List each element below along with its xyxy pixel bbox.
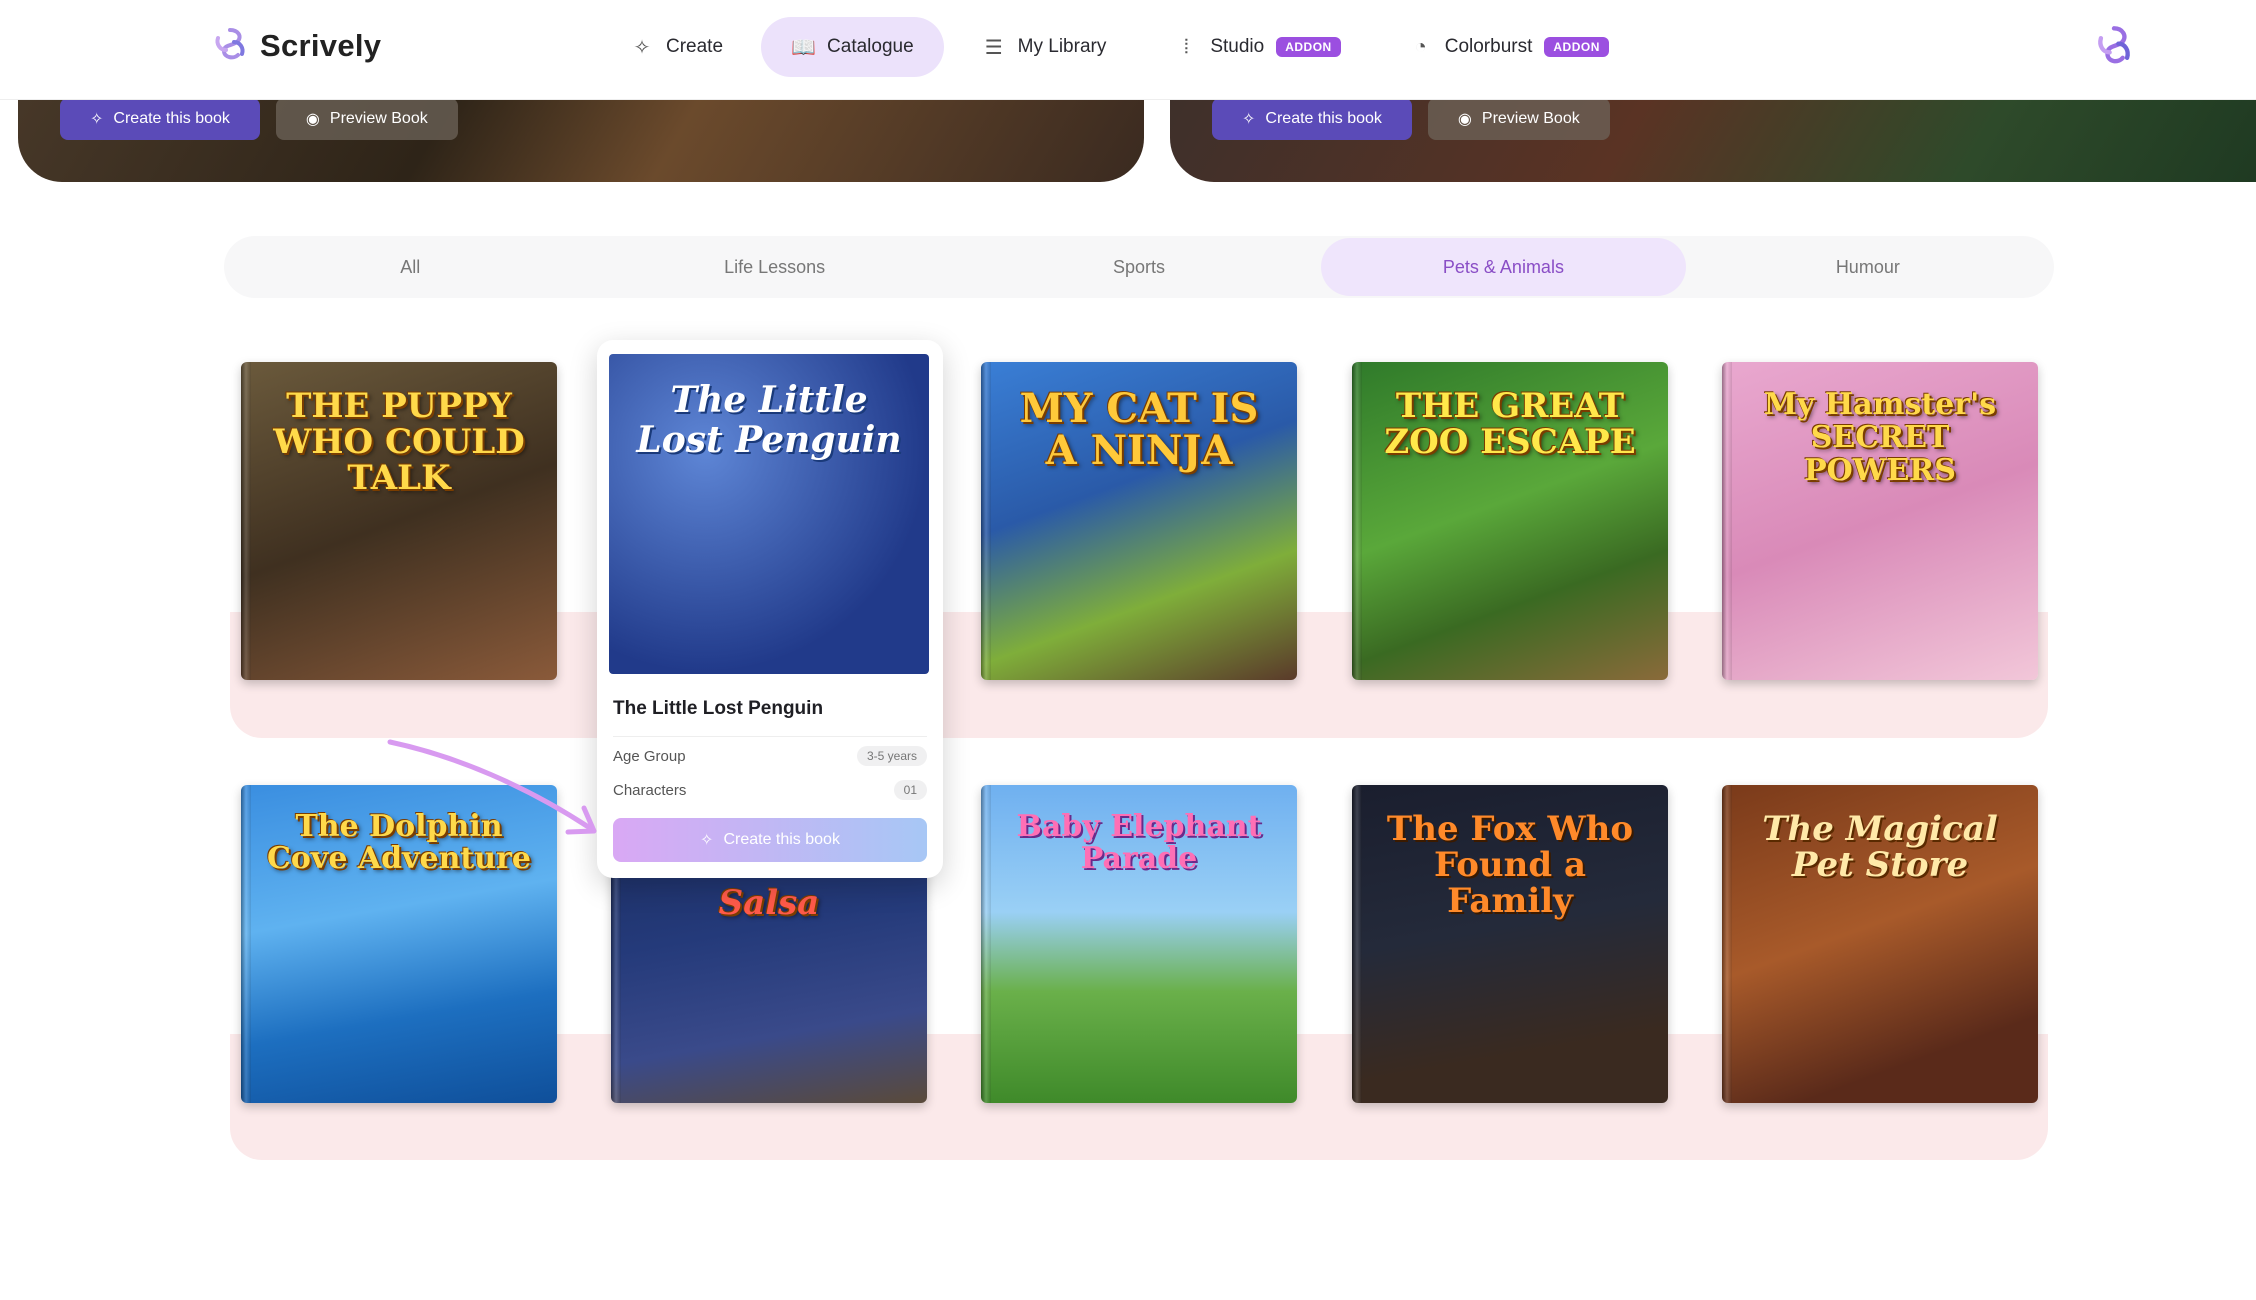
eye-icon: ◉ (1457, 111, 1472, 128)
book-title: The Magical Pet Store (1762, 809, 1998, 885)
nav-colorburst[interactable]: ◔ Colorburst ADDON (1379, 17, 1639, 77)
tab-humour[interactable]: Humour (1686, 238, 2050, 296)
waveform-icon: ⦙ (1184, 35, 1189, 58)
library-icon: ☰ (984, 36, 1003, 59)
create-this-book-label: Create this book (723, 831, 840, 848)
create-this-book-label: Create this book (113, 110, 230, 127)
create-this-book-button[interactable]: ✧ Create this book (613, 818, 927, 862)
age-group-row: Age Group 3-5 years (613, 746, 927, 766)
book-cover[interactable]: The Magical Pet Store (1722, 785, 2038, 1103)
tab-sports[interactable]: Sports (957, 238, 1321, 296)
preview-book-label: Preview Book (1481, 110, 1580, 127)
addon-badge: ADDON (1544, 37, 1609, 57)
category-tabs: All Life Lessons Sports Pets & Animals H… (224, 236, 2054, 298)
preview-book-button[interactable]: ◉ Preview Book (275, 98, 458, 140)
book-icon: 📖 (791, 36, 816, 59)
create-this-book-label: Create this book (1265, 110, 1382, 127)
characters-row: Characters 01 (613, 780, 927, 800)
sparkle-icon: ✧ (1242, 111, 1256, 128)
book-title: THE GREAT ZOO ESCAPE (1384, 386, 1636, 462)
popup-book-title: The Little Lost Penguin (613, 698, 824, 719)
nav-create-label: Create (666, 36, 724, 57)
eye-icon: ◉ (305, 111, 320, 128)
scrively-logo-icon (215, 28, 245, 60)
main-nav: ✧ Create 📖 Catalogue ☰ My Library ⦙ Stud… (600, 17, 1639, 77)
sparkle-icon: ✧ (633, 36, 651, 59)
top-navigation: Scrively ✧ Create 📖 Catalogue ☰ My Libra… (0, 0, 2256, 100)
book-cover[interactable]: The Little Lost Penguin (609, 354, 929, 674)
book-preview-card[interactable]: The Little Lost Penguin The Little Lost … (597, 340, 943, 878)
age-group-label: Age Group (613, 747, 686, 765)
nav-my-library[interactable]: ☰ My Library (952, 17, 1137, 77)
create-this-book-button[interactable]: ✧ Create this book (60, 98, 260, 140)
book-cover[interactable]: THE GREAT ZOO ESCAPE (1352, 362, 1668, 680)
nav-studio-label: Studio (1210, 36, 1265, 57)
nav-colorburst-label: Colorburst (1444, 36, 1533, 57)
book-title: My Hamster's SECRET POWERS (1763, 387, 1997, 488)
nav-catalogue-label: Catalogue (827, 36, 914, 57)
tab-all[interactable]: All (228, 238, 592, 296)
tab-pets-animals[interactable]: Pets & Animals (1321, 238, 1686, 296)
book-title: THE PUPPY WHO COULD TALK (273, 386, 525, 498)
palette-icon: ◔ (1414, 35, 1427, 58)
book-title: MY CAT IS A NINJA (1019, 385, 1259, 474)
nav-create[interactable]: ✧ Create (600, 17, 753, 77)
characters-label: Characters (613, 781, 687, 799)
nav-studio[interactable]: ⦙ Studio ADDON (1144, 17, 1370, 77)
pointer-arrow-icon (387, 739, 597, 835)
book-cover[interactable]: My Hamster's SECRET POWERS (1722, 362, 2038, 680)
preview-book-button[interactable]: ◉ Preview Book (1427, 98, 1610, 140)
brand-logo[interactable]: Scrively (210, 26, 381, 66)
book-cover[interactable]: MY CAT IS A NINJA (981, 362, 1297, 680)
book-cover[interactable]: The Fox Who Found a Family (1352, 785, 1668, 1103)
book-title: The Fox Who Found a Family (1386, 809, 1634, 921)
brand-name: Scrively (260, 28, 382, 63)
brand-mark-icon[interactable] (2092, 24, 2136, 77)
sparkle-icon: ✧ (90, 111, 104, 128)
book-cover[interactable]: Baby Elephant Parade (981, 785, 1297, 1103)
characters-value: 01 (893, 780, 927, 800)
tab-life-lessons[interactable]: Life Lessons (592, 238, 956, 296)
preview-book-label: Preview Book (329, 110, 428, 127)
age-group-value: 3-5 years (856, 746, 927, 766)
book-title: The Little Lost Penguin (636, 379, 902, 461)
create-this-book-button[interactable]: ✧ Create this book (1212, 98, 1412, 140)
book-title: Salsa (718, 883, 820, 923)
divider (613, 736, 927, 737)
book-title: Baby Elephant Parade (1016, 809, 1262, 876)
nav-my-library-label: My Library (1017, 36, 1107, 57)
book-cover[interactable]: THE PUPPY WHO COULD TALK (241, 362, 557, 680)
addon-badge: ADDON (1276, 37, 1341, 57)
sparkle-icon: ✧ (700, 832, 714, 849)
nav-catalogue[interactable]: 📖 Catalogue (761, 17, 944, 77)
